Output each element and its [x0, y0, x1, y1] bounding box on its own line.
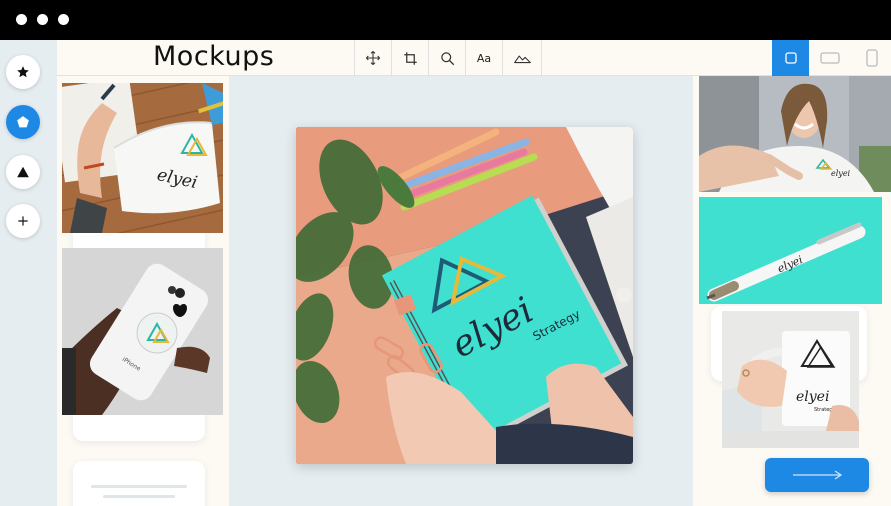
star-icon	[17, 66, 29, 78]
triangle-button[interactable]	[6, 155, 40, 189]
left-rail	[0, 40, 57, 506]
move-tool-button[interactable]	[354, 40, 391, 76]
search-icon	[440, 51, 454, 65]
plus-icon	[18, 216, 28, 226]
text-icon: Aa	[476, 51, 492, 65]
favorites-button[interactable]	[6, 55, 40, 89]
window-dot-close[interactable]	[16, 14, 27, 25]
move-icon	[365, 50, 381, 66]
window-dot-minimize[interactable]	[37, 14, 48, 25]
device-desktop-button[interactable]	[772, 40, 809, 76]
next-button[interactable]	[765, 458, 869, 492]
ghost-card	[73, 461, 205, 506]
square-icon	[784, 52, 797, 64]
polo-mockup-thumbnail[interactable]: elyei	[699, 76, 891, 192]
tablet-landscape-icon	[819, 52, 840, 64]
crop-tool-button[interactable]	[391, 40, 428, 76]
pentagon-icon	[17, 116, 29, 128]
phone-icon	[865, 49, 878, 67]
pen-mockup-thumbnail[interactable]: elyei	[699, 197, 882, 304]
text-tool-button[interactable]: Aa	[465, 40, 502, 76]
landscape-icon	[513, 55, 531, 64]
toolbar: Mockups Aa	[57, 40, 891, 76]
mug-mockup-thumbnail[interactable]: elyei Strategy	[722, 311, 859, 448]
window-dot-maximize[interactable]	[58, 14, 69, 25]
add-button[interactable]	[6, 204, 40, 238]
triangle-icon	[17, 166, 29, 178]
shapes-button[interactable]	[6, 105, 40, 139]
app-window: Mockups Aa elyei iPhone elyei Strategy e…	[0, 0, 891, 506]
page-title: Mockups	[153, 41, 275, 72]
search-tool-button[interactable]	[428, 40, 465, 76]
main-mockup-preview[interactable]: elyei Strategy	[296, 127, 633, 464]
device-mobile-button[interactable]	[853, 40, 890, 76]
landscape-tool-button[interactable]	[502, 40, 542, 76]
crop-icon	[403, 51, 417, 65]
window-titlebar	[0, 0, 891, 40]
pouch-mockup-thumbnail[interactable]: elyei	[62, 83, 223, 233]
phone-mockup-thumbnail[interactable]: iPhone	[62, 248, 223, 415]
polo-brand-text: elyei	[831, 169, 851, 178]
device-tablet-button[interactable]	[811, 40, 848, 76]
mug-brand-text: elyei	[796, 389, 829, 405]
arrow-right-icon	[793, 470, 843, 480]
